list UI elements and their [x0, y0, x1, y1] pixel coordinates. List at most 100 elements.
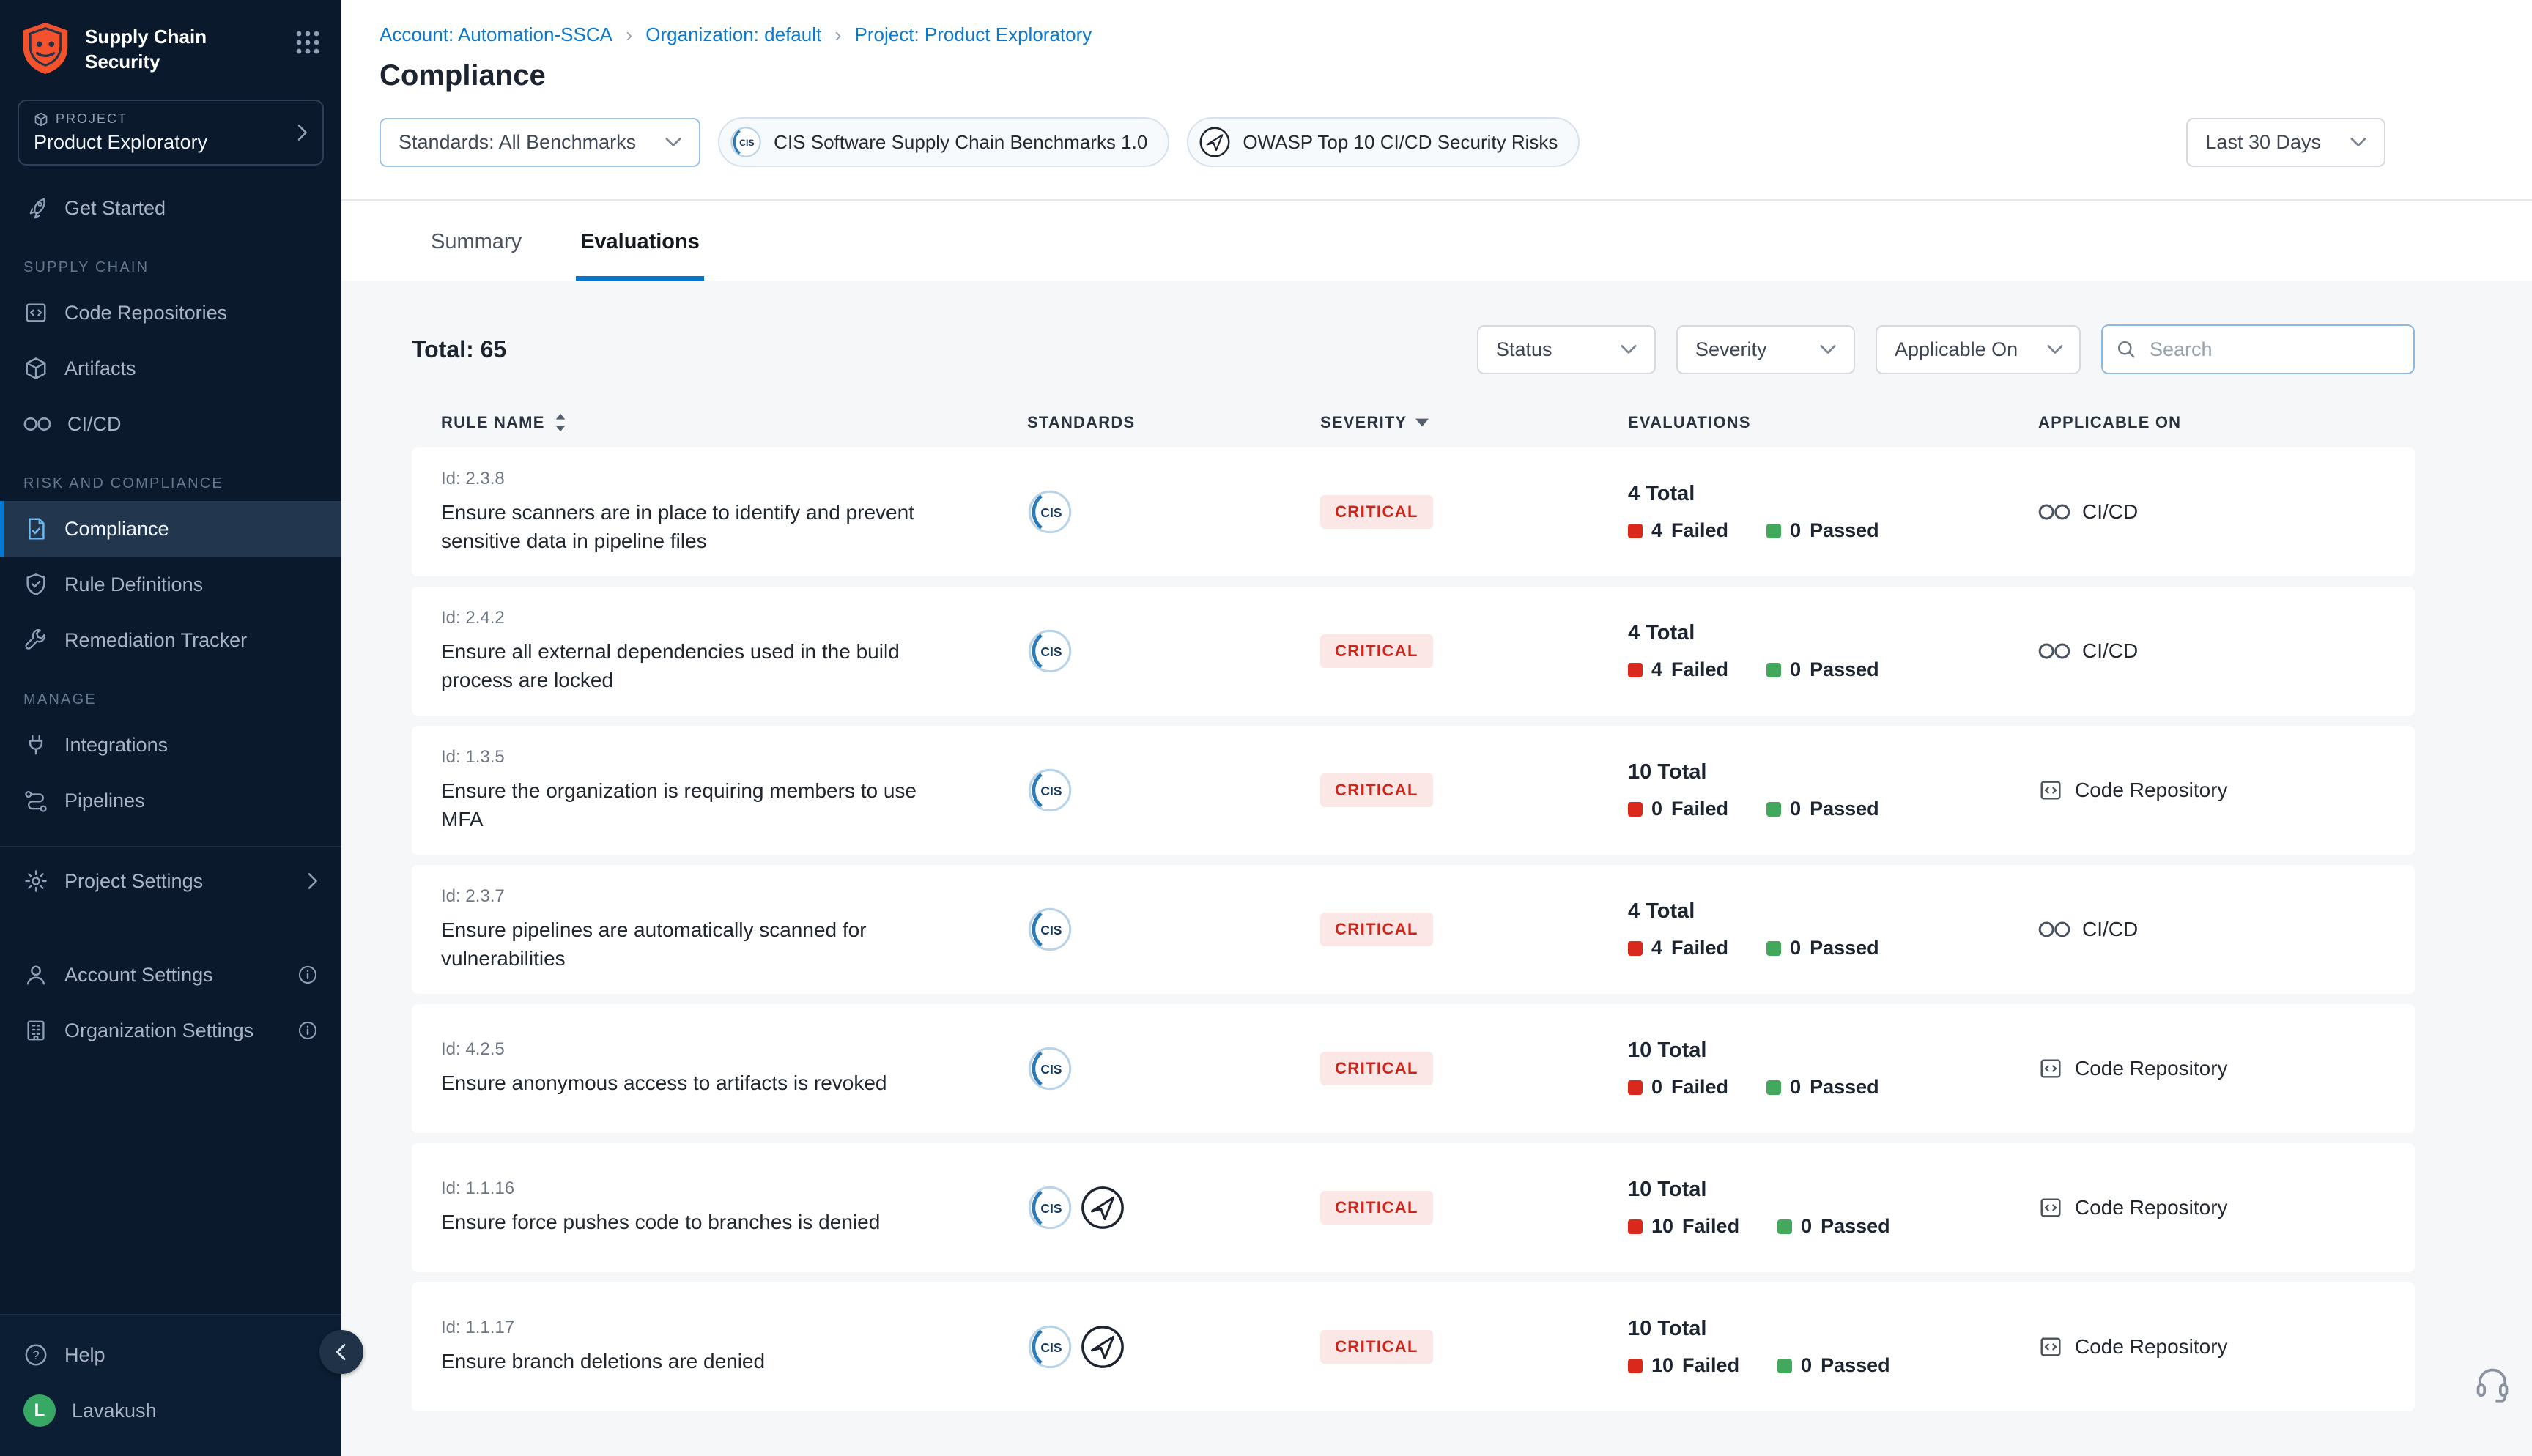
plug-icon — [23, 732, 48, 757]
table-row[interactable]: Id: 2.3.7 Ensure pipelines are automatic… — [412, 865, 2415, 994]
rule-name: Ensure anonymous access to artifacts is … — [441, 1069, 939, 1097]
evaluations-cell: 4 Total 4 Failed 0 Passed — [1628, 482, 2038, 542]
breadcrumb-project[interactable]: Project: Product Exploratory — [855, 23, 1092, 46]
failed-label: Failed — [1682, 1354, 1739, 1377]
search-input[interactable] — [2101, 324, 2415, 374]
passed-value: 0 — [1801, 1354, 1812, 1377]
standards-cell — [1027, 628, 1320, 674]
applicable-on-cell: CI/CD — [2038, 639, 2415, 663]
main-content: Account: Automation-SSCA › Organization:… — [341, 0, 2532, 1456]
passed-indicator — [1766, 941, 1781, 956]
code-repository-icon — [2038, 1195, 2063, 1220]
code-repository-icon — [2038, 778, 2063, 803]
rule-id: Id: 1.1.16 — [441, 1178, 1027, 1199]
rule-cell: Id: 4.2.5 Ensure anonymous access to art… — [441, 1039, 1027, 1097]
total-label: Total — [1646, 621, 1695, 645]
support-button[interactable] — [2473, 1365, 2511, 1403]
breadcrumb-account[interactable]: Account: Automation-SSCA — [380, 23, 612, 46]
sidebar-item-label: CI/CD — [67, 413, 122, 436]
passed-label: Passed — [1810, 798, 1879, 820]
passed-label: Passed — [1810, 658, 1879, 681]
sidebar-item-account-settings[interactable]: Account Settings — [0, 947, 341, 1003]
chip-owasp-top10[interactable]: OWASP Top 10 CI/CD Security Risks — [1187, 117, 1580, 167]
sidebar-item-code-repositories[interactable]: Code Repositories — [0, 285, 341, 341]
sidebar-section-supply-chain: SUPPLY CHAIN — [0, 236, 341, 285]
sidebar-item-project-settings[interactable]: Project Settings — [0, 853, 341, 909]
passed-value: 0 — [1790, 937, 1801, 959]
infinity-icon — [2038, 921, 2070, 938]
table-row[interactable]: Id: 1.3.5 Ensure the organization is req… — [412, 726, 2415, 855]
column-label: STANDARDS — [1027, 413, 1135, 432]
wrench-icon — [23, 628, 48, 653]
chevron-down-icon — [2047, 344, 2063, 354]
search-box — [2101, 324, 2415, 374]
sidebar-item-label: Pipelines — [64, 790, 145, 812]
sidebar-item-remediation-tracker[interactable]: Remediation Tracker — [0, 612, 341, 668]
table-row[interactable]: Id: 4.2.5 Ensure anonymous access to art… — [412, 1004, 2415, 1133]
table-row[interactable]: Id: 2.3.8 Ensure scanners are in place t… — [412, 447, 2415, 576]
failed-indicator — [1628, 802, 1643, 817]
column-rule-name[interactable]: RULE NAME — [441, 412, 1027, 433]
failed-value: 0 — [1651, 1076, 1662, 1099]
chevron-down-icon — [2350, 137, 2366, 147]
total-value: 4 — [1628, 621, 1640, 645]
chip-cis-benchmarks[interactable]: CIS Software Supply Chain Benchmarks 1.0 — [718, 117, 1169, 167]
status-filter-dropdown[interactable]: Status — [1477, 325, 1656, 374]
breadcrumb-organization[interactable]: Organization: default — [645, 23, 821, 46]
sidebar-item-rule-definitions[interactable]: Rule Definitions — [0, 557, 341, 612]
sidebar-footer: Help L Lavakush — [0, 1314, 341, 1456]
failed-value: 10 — [1651, 1354, 1673, 1377]
severity-cell: CRITICAL — [1320, 913, 1628, 946]
column-severity[interactable]: SEVERITY — [1320, 413, 1628, 432]
severity-filter-dropdown[interactable]: Severity — [1676, 325, 1855, 374]
table-row[interactable]: Id: 2.4.2 Ensure all external dependenci… — [412, 587, 2415, 716]
total-count: Total: 65 — [412, 336, 506, 363]
passed-indicator — [1766, 1080, 1781, 1095]
cis-logo-icon — [730, 126, 762, 158]
cis-logo-icon — [1027, 1046, 1073, 1091]
sidebar-item-compliance[interactable]: Compliance — [0, 501, 341, 557]
sidebar-item-cicd[interactable]: CI/CD — [0, 396, 341, 452]
sidebar-collapse-handle[interactable] — [319, 1330, 363, 1374]
tab-evaluations[interactable]: Evaluations — [576, 230, 704, 281]
owasp-icon — [1080, 1324, 1125, 1370]
total-label: Total — [1657, 1039, 1706, 1062]
project-selector[interactable]: PROJECT Product Exploratory — [18, 100, 324, 166]
tab-summary[interactable]: Summary — [426, 230, 526, 281]
sidebar-item-pipelines[interactable]: Pipelines — [0, 773, 341, 828]
apps-grid-icon[interactable] — [295, 29, 321, 56]
applicable-on-label: CI/CD — [2082, 918, 2138, 941]
sidebar-item-get-started[interactable]: Get Started — [0, 180, 341, 236]
total-value: 10 — [1628, 760, 1651, 784]
column-label: SEVERITY — [1320, 413, 1407, 432]
infinity-icon — [2038, 503, 2070, 521]
standards-filter-dropdown[interactable]: Standards: All Benchmarks — [380, 118, 700, 167]
table-row[interactable]: Id: 1.1.16 Ensure force pushes code to b… — [412, 1143, 2415, 1272]
date-range-dropdown[interactable]: Last 30 Days — [2186, 118, 2385, 167]
severity-badge: CRITICAL — [1320, 1052, 1433, 1085]
table-row[interactable]: Id: 1.1.17 Ensure branch deletions are d… — [412, 1282, 2415, 1411]
user-menu[interactable]: L Lavakush — [0, 1383, 341, 1438]
applicable-on-filter-dropdown[interactable]: Applicable On — [1876, 325, 2081, 374]
applicable-on-filter-label: Applicable On — [1895, 338, 2018, 361]
breadcrumb-separator: › — [626, 25, 632, 45]
applicable-on-cell: Code Repository — [2038, 1334, 2415, 1359]
chevron-down-icon — [665, 137, 681, 147]
column-label: RULE NAME — [441, 413, 545, 432]
table-header: RULE NAME STANDARDS SEVERITY EVALUATIONS… — [412, 412, 2415, 447]
project-name: Product Exploratory — [34, 131, 296, 154]
sidebar-item-organization-settings[interactable]: Organization Settings — [0, 1003, 341, 1058]
total-label: Total — [1657, 760, 1706, 784]
sidebar-item-help[interactable]: Help — [0, 1327, 341, 1383]
applicable-on-cell: CI/CD — [2038, 500, 2415, 524]
failed-value: 4 — [1651, 937, 1662, 959]
applicable-on-label: Code Repository — [2075, 1335, 2228, 1359]
sidebar-item-integrations[interactable]: Integrations — [0, 717, 341, 773]
failed-label: Failed — [1671, 1076, 1728, 1099]
standards-cell — [1027, 1185, 1320, 1230]
severity-cell: CRITICAL — [1320, 773, 1628, 807]
sidebar: Supply Chain Security PROJECT Product Ex… — [0, 0, 341, 1456]
sidebar-item-artifacts[interactable]: Artifacts — [0, 341, 341, 396]
user-name: Lavakush — [72, 1400, 157, 1422]
total-value: 10 — [1628, 1178, 1651, 1201]
